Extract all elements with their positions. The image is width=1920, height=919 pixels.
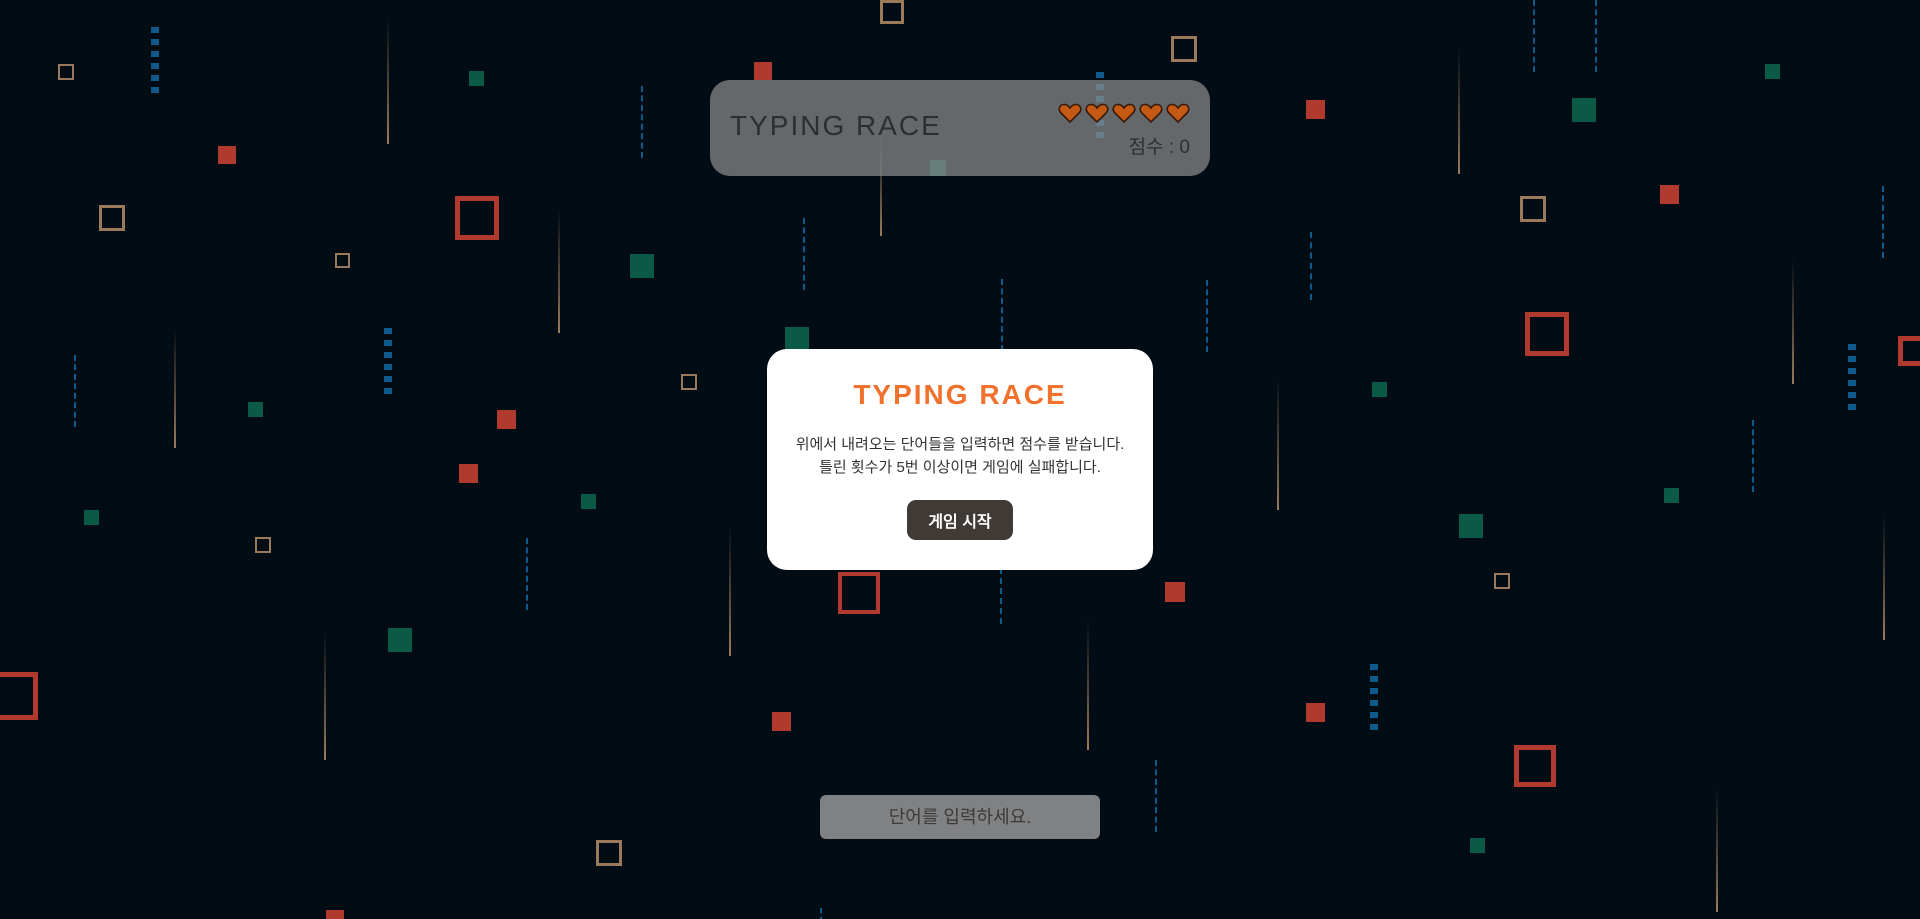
falling-outline-square-icon [1525, 312, 1569, 356]
falling-square-icon [1306, 703, 1325, 722]
falling-outline-square-icon [99, 205, 125, 231]
score-label: 점수 : 0 [1128, 137, 1190, 158]
falling-dashed-line [1001, 279, 1003, 351]
score-panel: TYPING RACE 점수 : 0 [710, 80, 1210, 176]
falling-dashed-line [803, 218, 805, 290]
falling-square-icon [1660, 185, 1679, 204]
falling-dashed-line [820, 908, 822, 919]
falling-dashed-line [1310, 232, 1312, 300]
falling-streak [1792, 258, 1794, 384]
falling-square-icon [326, 910, 344, 919]
falling-square-icon [1459, 514, 1483, 538]
falling-square-icon [388, 628, 412, 652]
heart-icon [1085, 103, 1109, 124]
falling-square-icon [1664, 488, 1679, 503]
falling-streak [1277, 378, 1279, 510]
falling-streak [729, 526, 731, 656]
heart-icon [1139, 103, 1163, 124]
falling-square-icon [84, 510, 99, 525]
heart-icon [1166, 103, 1190, 124]
falling-streak [174, 326, 176, 448]
falling-streak [1716, 788, 1718, 912]
falling-streak [1883, 514, 1885, 640]
falling-dashed-line [1155, 760, 1157, 832]
falling-square-icon [459, 464, 478, 483]
falling-outline-square-icon [1171, 36, 1197, 62]
falling-square-icon [772, 712, 791, 731]
falling-outline-square-icon [596, 840, 622, 866]
modal-title: TYPING RACE [853, 379, 1067, 410]
falling-square-icon [218, 146, 236, 164]
falling-dashed-line [1595, 0, 1597, 72]
falling-square-icon [785, 327, 809, 351]
falling-outline-square-icon [0, 672, 38, 720]
falling-dashed-line [1882, 186, 1884, 258]
falling-dotted-column [384, 328, 392, 400]
falling-dashed-line [1752, 420, 1754, 492]
falling-dashed-line [74, 355, 76, 427]
heart-icon [1112, 103, 1136, 124]
falling-outline-square-icon [1514, 745, 1556, 787]
falling-square-icon [581, 494, 596, 509]
game-stage: TYPING RACE 점수 : 0 TYPING RACE 위에서 내려오는 … [0, 0, 1920, 919]
falling-square-icon [1572, 98, 1596, 122]
falling-dashed-line [641, 86, 643, 158]
falling-square-icon [248, 402, 263, 417]
falling-dashed-line [1533, 0, 1535, 72]
falling-square-icon [1765, 64, 1780, 79]
falling-dashed-line [526, 538, 528, 610]
falling-dashed-line [1206, 280, 1208, 352]
heart-icon [1058, 103, 1082, 124]
falling-dotted-column [1848, 344, 1856, 416]
falling-outline-square-icon [335, 253, 350, 268]
falling-square-icon [630, 254, 654, 278]
falling-square-icon [469, 71, 484, 86]
modal-description-line1: 위에서 내려오는 단어들을 입력하면 점수를 받습니다. [795, 436, 1125, 453]
falling-outline-square-icon [455, 196, 499, 240]
lives-indicator [1058, 102, 1190, 124]
game-title: TYPING RACE [730, 110, 942, 141]
falling-square-icon [1470, 838, 1485, 853]
falling-streak [558, 208, 560, 333]
modal-description-line2: 틀린 횟수가 5번 이상이면 게임에 실패합니다. [819, 459, 1101, 476]
falling-outline-square-icon [1494, 573, 1510, 589]
falling-outline-square-icon [880, 0, 904, 24]
falling-outline-square-icon [681, 374, 697, 390]
falling-square-icon [1306, 100, 1325, 119]
falling-outline-square-icon [255, 537, 271, 553]
falling-streak [387, 18, 389, 144]
falling-streak [1458, 48, 1460, 174]
falling-square-icon [1372, 382, 1387, 397]
falling-outline-square-icon [838, 572, 880, 614]
falling-outline-square-icon [1898, 336, 1920, 366]
start-game-button[interactable]: 게임 시작 [907, 500, 1013, 540]
word-input[interactable] [820, 795, 1100, 839]
falling-dotted-column [151, 27, 159, 99]
falling-outline-square-icon [58, 64, 74, 80]
falling-streak [324, 630, 326, 760]
falling-streak [1087, 620, 1089, 750]
falling-square-icon [1165, 582, 1185, 602]
falling-square-icon [754, 62, 772, 80]
falling-outline-square-icon [1520, 196, 1546, 222]
falling-square-icon [497, 410, 516, 429]
falling-dotted-column [1370, 664, 1378, 736]
start-modal: TYPING RACE 위에서 내려오는 단어들을 입력하면 점수를 받습니다.… [767, 349, 1153, 570]
